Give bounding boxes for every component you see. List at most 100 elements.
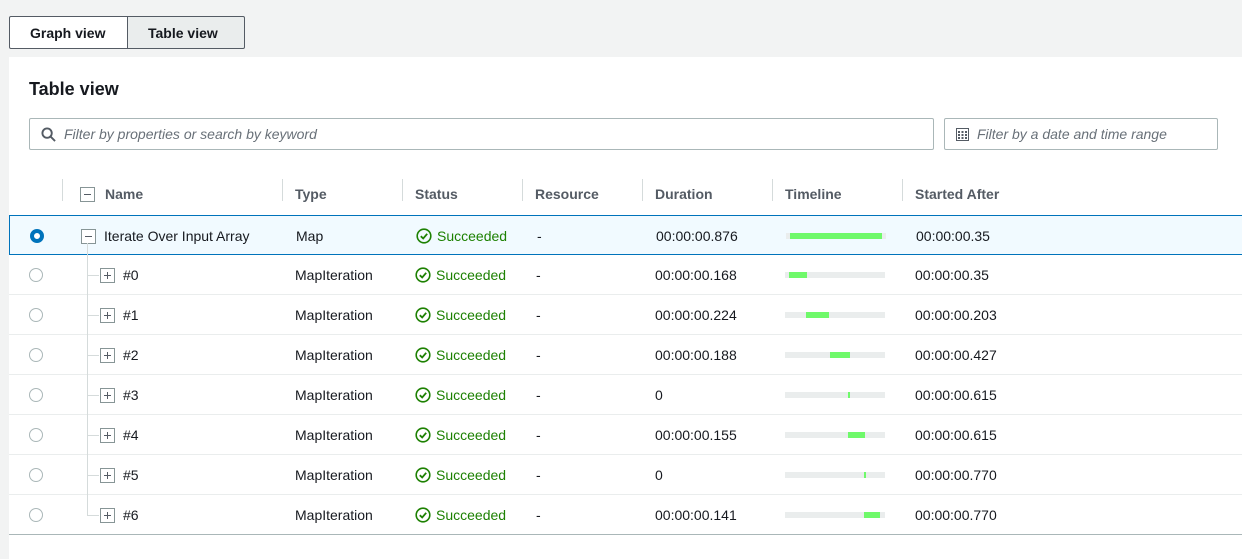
- timeline-track: [785, 312, 885, 318]
- expand-icon[interactable]: [100, 467, 115, 483]
- row-duration: 00:00:00.141: [655, 507, 737, 523]
- timeline-track: [785, 512, 885, 518]
- success-check-icon: [415, 387, 436, 403]
- row-duration: 00:00:00.876: [656, 228, 738, 244]
- timeline-cell: [785, 375, 885, 415]
- row-resource: -: [536, 307, 541, 323]
- row-select-radio[interactable]: [29, 468, 43, 482]
- row-name: #2: [123, 347, 139, 363]
- status-text: Succeeded: [437, 228, 508, 244]
- timeline-track: [785, 272, 885, 278]
- success-check-icon: [415, 467, 436, 483]
- table-header: Name Type Status Resource Duration Timel…: [9, 174, 1242, 214]
- status-text: Succeeded: [436, 467, 507, 483]
- success-check-icon: [415, 307, 436, 323]
- timeline-track: [786, 233, 886, 239]
- status-badge: Succeeded: [415, 295, 506, 335]
- row-name: #4: [123, 427, 139, 443]
- table-row[interactable]: #4 MapIteration Succeeded - 00:00:00.155 00:0…: [9, 415, 1242, 455]
- column-header-duration[interactable]: Duration: [655, 174, 713, 214]
- row-started-after: 00:00:00.203: [915, 307, 997, 323]
- column-header-started-after[interactable]: Started After: [915, 174, 999, 214]
- tree-connector: [87, 243, 88, 515]
- row-duration: 00:00:00.224: [655, 307, 737, 323]
- column-header-resource[interactable]: Resource: [535, 174, 599, 214]
- timeline-cell: [785, 295, 885, 335]
- column-header-type[interactable]: Type: [295, 174, 327, 214]
- timeline-bar: [830, 352, 850, 358]
- row-type: Map: [296, 228, 324, 244]
- calendar-icon: [955, 127, 969, 141]
- row-select-radio[interactable]: [29, 428, 43, 442]
- row-select-radio[interactable]: [29, 268, 43, 282]
- table-row[interactable]: #3 MapIteration Succeeded - 0 00:00:00.615: [9, 375, 1242, 415]
- date-range-filter[interactable]: Filter by a date and time range: [944, 118, 1218, 150]
- table-row[interactable]: Iterate Over Input Array Map Succeeded - 00:…: [9, 215, 1242, 255]
- row-type: MapIteration: [295, 387, 373, 403]
- table-view-button[interactable]: Table view: [128, 16, 245, 49]
- status-text: Succeeded: [436, 347, 507, 363]
- search-input[interactable]: Filter by properties or search by keywor…: [29, 118, 934, 150]
- timeline-bar: [790, 233, 882, 239]
- search-placeholder: Filter by properties or search by keywor…: [64, 126, 317, 142]
- success-check-icon: [416, 228, 437, 244]
- table-row[interactable]: #1 MapIteration Succeeded - 00:00:00.224 00:0…: [9, 295, 1242, 335]
- timeline-cell: [786, 216, 886, 256]
- row-select-radio[interactable]: [29, 308, 43, 322]
- row-started-after: 00:00:00.770: [915, 467, 997, 483]
- row-resource: -: [536, 387, 541, 403]
- timeline-track: [785, 352, 885, 358]
- timeline-track: [785, 392, 885, 398]
- timeline-cell: [785, 415, 885, 455]
- status-badge: Succeeded: [415, 455, 506, 495]
- row-type: MapIteration: [295, 427, 373, 443]
- success-check-icon: [415, 427, 436, 443]
- success-check-icon: [415, 507, 436, 523]
- collapse-icon: [80, 186, 95, 202]
- row-select-radio[interactable]: [30, 229, 44, 243]
- row-name: #6: [123, 507, 139, 523]
- row-started-after: 00:00:00.35: [915, 267, 989, 283]
- column-header-status[interactable]: Status: [415, 174, 458, 214]
- expand-icon[interactable]: [100, 267, 115, 283]
- row-duration: 00:00:00.168: [655, 267, 737, 283]
- collapse-icon[interactable]: [81, 228, 96, 244]
- table-view-panel: Table view Filter by properties or searc…: [9, 57, 1242, 559]
- status-badge: Succeeded: [415, 495, 506, 535]
- column-header-timeline[interactable]: Timeline: [785, 174, 842, 214]
- expand-icon[interactable]: [100, 507, 115, 523]
- timeline-bar: [789, 272, 807, 278]
- expand-icon[interactable]: [100, 387, 115, 403]
- row-started-after: 00:00:00.427: [915, 347, 997, 363]
- timeline-bar: [864, 472, 866, 478]
- row-select-radio[interactable]: [29, 388, 43, 402]
- collapse-all-toggle[interactable]: [80, 174, 95, 214]
- status-badge: Succeeded: [415, 375, 506, 415]
- row-select-radio[interactable]: [29, 508, 43, 522]
- table-row[interactable]: #0 MapIteration Succeeded - 00:00:00.168 00:0…: [9, 255, 1242, 295]
- timeline-track: [785, 472, 885, 478]
- timeline-bar: [848, 392, 850, 398]
- row-type: MapIteration: [295, 467, 373, 483]
- row-duration: 0: [655, 387, 663, 403]
- row-name: #5: [123, 467, 139, 483]
- table-row[interactable]: #6 MapIteration Succeeded - 00:00:00.141 00:0…: [9, 495, 1242, 535]
- row-duration: 00:00:00.155: [655, 427, 737, 443]
- expand-icon[interactable]: [100, 347, 115, 363]
- row-select-radio[interactable]: [29, 348, 43, 362]
- table-row[interactable]: #2 MapIteration Succeeded - 00:00:00.188 00:0…: [9, 335, 1242, 375]
- timeline-bar: [806, 312, 829, 318]
- row-started-after: 00:00:00.770: [915, 507, 997, 523]
- timeline-bar: [848, 432, 865, 438]
- row-duration: 00:00:00.188: [655, 347, 737, 363]
- table-row[interactable]: #5 MapIteration Succeeded - 0 00:00:00.770: [9, 455, 1242, 495]
- column-header-name[interactable]: Name: [105, 174, 143, 214]
- row-type: MapIteration: [295, 347, 373, 363]
- success-check-icon: [415, 267, 436, 283]
- expand-icon[interactable]: [100, 307, 115, 323]
- row-resource: -: [536, 347, 541, 363]
- graph-view-button[interactable]: Graph view: [9, 16, 128, 49]
- expand-icon[interactable]: [100, 427, 115, 443]
- status-badge: Succeeded: [415, 255, 506, 295]
- row-started-after: 00:00:00.615: [915, 387, 997, 403]
